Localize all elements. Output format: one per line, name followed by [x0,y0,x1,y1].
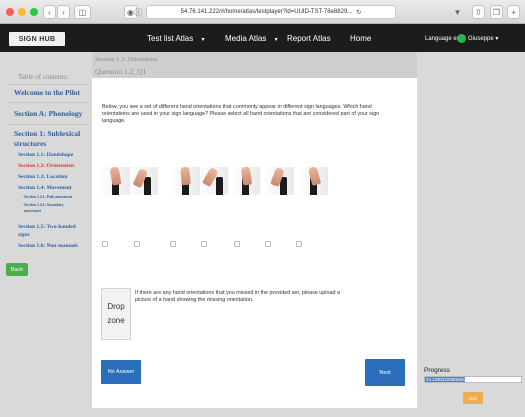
hand-orientation-images [102,167,328,195]
window-controls [6,8,38,16]
sidebar-divider [8,102,88,103]
sidebar-item-section-1-4-2-cont[interactable]: movement [24,209,41,213]
address-bar[interactable]: 54.76.141.222/#/home/atlas/testplayer?id… [146,5,396,19]
hand-orientation-image [172,167,200,195]
info-icon[interactable]: ⓘ [133,5,144,19]
tabs-icon[interactable]: ❐ [490,5,503,19]
share-icon[interactable]: ⇧ [472,5,485,19]
minimize-window-button[interactable] [18,8,26,16]
drop-zone[interactable]: Drop zone [101,288,131,340]
modal-question-title: Question 1.2_Q1 [95,67,147,76]
sidebar-item-section-1-3[interactable]: Section 1.3: Location [18,174,67,180]
sidebar-item-section-1-cont[interactable]: structures [14,139,46,148]
sidebar-divider [8,84,88,85]
progress-label: Progress [424,367,451,374]
next-button[interactable]: Next [365,359,405,386]
hand-orientation-image [130,167,158,195]
orientation-checkbox[interactable] [234,241,240,247]
sidebar-item-section-a[interactable]: Section A: Phonology [14,109,82,118]
orientation-checkbox[interactable] [265,241,271,247]
no-answer-button[interactable]: No Answer [101,360,141,384]
hand-orientation-image [266,167,294,195]
sidebar-item-welcome[interactable]: Welcome to the Pilot [14,88,80,97]
sidebar-item-section-1-6[interactable]: Section 1.6: Non-manuals [18,243,78,249]
back-button[interactable]: Back [6,263,28,276]
hand-orientation-image [102,167,130,195]
sign-hub-logo[interactable]: SIGN HUB [9,32,65,46]
sidebar-item-section-1-5-cont[interactable]: signs [18,232,30,238]
new-tab-icon[interactable]: + [507,5,520,19]
drop-zone-label-line1: Drop [107,302,125,311]
maximize-window-button[interactable] [30,8,38,16]
nav-media-atlas-label: Media Atlas [225,34,267,43]
sidebar-item-section-1-1[interactable]: Section 1.1: Handshape [18,152,73,158]
nav-test-list-atlas-label: Test list Atlas [147,34,194,43]
nav-home[interactable]: Home [350,34,371,43]
sidebar-item-section-1-4[interactable]: Section 1.4: Movement [18,185,72,191]
sidebar-divider [8,124,88,125]
nav-test-list-atlas[interactable]: Test list Atlas ▾ [147,34,205,43]
sidebar-toggle-icon[interactable]: ◫ [74,5,91,19]
modal-section-title: Section 1.3: Orientation [95,56,158,63]
drop-zone-label-line2: zone [107,316,125,325]
download-icon[interactable]: ▼ [451,5,464,19]
nav-media-atlas[interactable]: Media Atlas ▾ [225,34,278,43]
sidebar-item-section-1-4-1[interactable]: - Section 1.4.1: Path movement [22,195,72,199]
missing-orientation-text: If there are any hand orientations that … [135,290,340,304]
orientation-checkbox[interactable] [201,241,207,247]
user-avatar-icon [457,34,466,43]
orientation-checkbox[interactable] [170,241,176,247]
sidebar-item-section-1-5[interactable]: Section 1.5: Two-handed [18,224,76,230]
hand-orientation-image [232,167,260,195]
close-window-button[interactable] [6,8,14,16]
toc-title: Table of contents: [18,73,69,81]
language-label: Language en [425,36,461,42]
exit-button[interactable]: Exit [463,392,483,404]
reload-icon[interactable]: ↻ [356,9,361,16]
browser-toolbar: ‹ › ◫ ◉ ⓘ 54.76.141.222/#/home/atlas/tes… [0,0,525,24]
back-nav-button[interactable]: ‹ [43,5,56,19]
progress-bar: 42.12903225806452% [424,376,522,383]
nav-report-atlas[interactable]: Report Atlas [287,34,331,43]
sidebar-item-section-1-4-2[interactable]: - Section 1.4.2: Secondary [22,203,64,207]
hand-orientation-image [200,167,228,195]
progress-value: 42.12903225806452% [426,377,471,382]
sidebar-item-section-1[interactable]: Section 1: Sublexical [14,129,80,138]
app-navbar: SIGN HUB Test list Atlas ▾ Media Atlas ▾… [0,24,525,52]
orientation-checkbox[interactable] [134,241,140,247]
chevron-down-icon: ▾ [274,37,278,43]
chevron-down-icon: ▾ [495,36,499,42]
chevron-down-icon: ▾ [201,37,205,43]
orientation-checkbox[interactable] [102,241,108,247]
sidebar-item-section-1-2[interactable]: Section 1.2: Orientation [18,163,74,169]
hand-orientation-image [300,167,328,195]
orientation-checkbox[interactable] [296,241,302,247]
forward-nav-button[interactable]: › [57,5,70,19]
user-dropdown[interactable]: Giuseppe ▾ [468,35,498,42]
user-name: Giuseppe [468,36,494,42]
question-prompt: Below, you see a set of different hand o… [102,104,380,125]
url-text: 54.76.141.222/#/home/atlas/testplayer?id… [180,9,353,15]
